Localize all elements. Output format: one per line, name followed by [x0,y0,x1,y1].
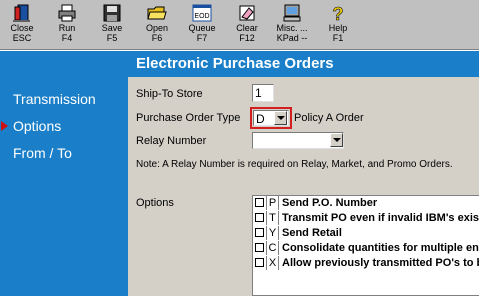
option-code: X [266,256,279,270]
relay-number-dropdown-button[interactable] [330,133,343,147]
option-checkbox[interactable] [255,228,264,237]
option-code: T [266,211,279,225]
clear-label: Clear [236,23,258,33]
ship-to-label: Ship-To Store [136,88,203,100]
option-description: Send P.O. Number [282,197,378,209]
option-code: C [266,241,279,255]
clear-shortcut: F12 [239,33,255,43]
selected-arrow-icon [1,121,8,131]
help-shortcut: F1 [332,33,344,43]
queue-badge: EOD [194,13,209,20]
sidebar-item-label: Options [13,118,62,134]
help-label: Help [328,23,348,33]
close-label: Close [10,23,34,33]
option-row[interactable]: P Send P.O. Number [253,196,479,210]
option-checkbox[interactable] [255,213,264,222]
options-list: P Send P.O. Number T Transmit PO even if… [252,195,479,296]
eraser-icon [239,5,255,21]
option-row[interactable]: C Consolidate quantities for multiple en… [253,241,479,255]
save-label: Save [101,23,123,33]
option-code: Y [266,226,279,240]
sidebar-item-label: Transmission [13,91,96,107]
computer-icon [283,4,301,22]
option-description: Consolidate quantities for multiple entr… [282,242,479,254]
option-row[interactable]: X Allow previously transmitted PO's to b… [253,256,479,270]
queue-button[interactable]: EOD Queue F7 [180,0,224,50]
misc-label: Misc. ... [276,23,308,33]
sidebar-item-from-to[interactable]: From / To [0,143,128,163]
open-shortcut: F6 [151,33,163,43]
option-checkbox[interactable] [255,258,264,267]
option-checkbox[interactable] [255,198,264,207]
option-code: P [266,196,279,210]
sidebar-item-label: From / To [13,145,72,161]
option-description: Allow previously transmitted PO's to be … [282,257,479,269]
ship-to-input[interactable]: 1 [252,84,274,102]
run-shortcut: F4 [61,33,73,43]
option-checkbox[interactable] [255,243,264,252]
floppy-disk-icon [103,4,121,22]
po-type-highlight [250,107,292,129]
queue-label: Queue [188,23,216,33]
close-shortcut: ESC [12,33,32,43]
queue-shortcut: F7 [196,33,208,43]
po-type-description: Policy A Order [294,112,364,124]
exit-door-icon [13,4,30,22]
form-panel: Ship-To Store 1 Purchase Order Type D Po… [128,77,479,296]
sidebar-item-options[interactable]: Options [0,116,128,136]
open-label: Open [145,23,169,33]
option-description: Send Retail [282,227,342,239]
save-button[interactable]: Save F5 [90,0,134,50]
close-button[interactable]: Close ESC [0,0,44,50]
printer-icon [58,4,76,22]
run-label: Run [58,23,76,33]
sidebar-item-transmission[interactable]: Transmission [0,89,128,109]
misc-button[interactable]: Misc. ... KPad -- [270,0,314,50]
options-label: Options [136,197,174,209]
svg-text:?: ? [333,4,344,23]
help-button[interactable]: ? Help F1 [316,0,360,50]
page-title: Electronic Purchase Orders [128,51,479,77]
option-description: Transmit PO even if invalid IBM's exist [282,212,479,224]
po-type-label: Purchase Order Type [136,112,241,124]
sidebar: Transmission Options From / To [0,51,128,296]
toolbar: Close ESC Run F4 Save F5 Open F6 EOD Que… [0,0,479,50]
option-row[interactable]: Y Send Retail [253,226,479,240]
save-shortcut: F5 [106,33,118,43]
queue-eod-icon: EOD [192,4,212,22]
clear-button[interactable]: Clear F12 [225,0,269,50]
run-button[interactable]: Run F4 [45,0,89,50]
misc-shortcut: KPad -- [276,33,308,43]
relay-number-label: Relay Number [136,135,207,147]
help-icon: ? [332,4,344,23]
open-folder-icon [147,6,167,20]
open-button[interactable]: Open F6 [135,0,179,50]
relay-note: Note: A Relay Number is required on Rela… [136,159,453,170]
option-row[interactable]: T Transmit PO even if invalid IBM's exis… [253,211,479,225]
